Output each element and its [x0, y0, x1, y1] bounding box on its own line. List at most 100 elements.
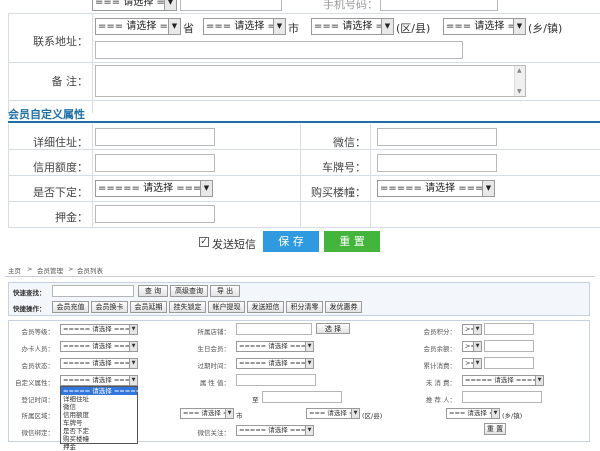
cut-input[interactable] [180, 0, 282, 11]
quick-search-input[interactable] [52, 285, 134, 297]
status-select[interactable]: ===== 请选择 ===== ▼ [60, 358, 138, 369]
chevron-down-icon: ▼ [129, 342, 137, 351]
phone-input[interactable] [380, 0, 498, 11]
filter-reset-button[interactable]: 重 置 [484, 423, 506, 435]
is-downline-label: 是否下定： [33, 186, 88, 199]
wechat-follow-label: 微信关注： [197, 429, 231, 437]
province-select[interactable]: === 请选择 === ▼ [95, 18, 181, 35]
total-consume-input[interactable] [484, 357, 534, 369]
buy-building-select[interactable]: ===== 请选择 ===== ▼ [377, 180, 495, 197]
store-input[interactable] [236, 323, 312, 335]
quick-search-label: 快速查找： [13, 289, 46, 297]
district-select[interactable]: === 请选择 === ▼ [311, 18, 394, 35]
points-input[interactable] [484, 323, 534, 335]
chevron-down-icon: ▼ [473, 342, 481, 351]
district-unit: (区/县) [396, 22, 431, 35]
detail-address-input[interactable] [95, 128, 215, 146]
save-button[interactable]: 保 存 [263, 231, 319, 252]
deposit-label: 押金： [55, 211, 88, 224]
plate-input[interactable] [377, 154, 497, 172]
dropdown-option[interactable]: 详细住址 [61, 395, 137, 403]
expire-select[interactable]: ===== 请选择 ===== ▼ [236, 358, 314, 369]
dropdown-option[interactable]: 车牌号 [61, 419, 137, 427]
deposit-input[interactable] [95, 205, 215, 223]
address-label: 联系地址： [33, 35, 88, 48]
action-extend[interactable]: 会员延期 [130, 301, 167, 313]
chevron-down-icon: ▼ [351, 409, 359, 418]
points-label: 会员积分： [423, 328, 457, 336]
town-select[interactable]: === 请选择 === ▼ [443, 18, 526, 35]
action-lock[interactable]: 挂失锁定 [169, 301, 206, 313]
custom-attr-dropdown[interactable]: ===== 请选择 ===== 详细住址 微信 信用额度 车牌号 是否下定 购买… [60, 386, 141, 451]
birthday-select[interactable]: ===== 请选择 ===== ▼ [236, 341, 314, 352]
chevron-down-icon: ▼ [200, 181, 212, 196]
send-sms-checkbox[interactable]: ✓ [199, 237, 209, 247]
chevron-down-icon: ▼ [305, 342, 313, 351]
action-coupon[interactable]: 发优惠券 [325, 301, 362, 313]
wechat-label: 微信： [333, 136, 366, 149]
no-consume-select[interactable]: ===== 请选择 ===== ▼ [462, 375, 544, 386]
balance-input[interactable] [484, 340, 534, 352]
dropdown-option[interactable]: 押金 [61, 443, 137, 451]
reset-button[interactable]: 重 置 [324, 231, 380, 252]
dropdown-option[interactable]: ===== 请选择 ===== [61, 387, 141, 395]
action-change-card[interactable]: 会员换卡 [91, 301, 128, 313]
action-recharge[interactable]: 会员充值 [52, 301, 89, 313]
is-downline-select[interactable]: ===== 请选择 ===== ▼ [95, 180, 213, 197]
wechat-input[interactable] [377, 128, 497, 146]
scrollbar[interactable]: ▲ ▼ [514, 66, 525, 96]
attr-value-input[interactable] [236, 374, 316, 386]
province-unit: 省 [183, 22, 194, 35]
agent-select[interactable]: ===== 请选择 ===== ▼ [60, 341, 138, 352]
chevron-down-icon: ▼ [305, 359, 313, 368]
expire-label: 过期时间： [197, 362, 231, 370]
credit-label: 信用额度： [33, 161, 88, 174]
store-label: 所属店铺： [197, 328, 231, 336]
scroll-up-icon: ▲ [517, 67, 522, 74]
no-consume-label: 未 消 费： [425, 379, 456, 387]
remark-textarea[interactable]: ▲ ▼ [95, 65, 526, 97]
reg-time-end-input[interactable] [262, 391, 342, 403]
referrer-input[interactable] [462, 391, 542, 403]
quick-action-label: 快捷操作： [13, 305, 46, 313]
cut-select[interactable]: === 请选择 === ▼ [92, 0, 177, 11]
dropdown-option[interactable]: 是否下定 [61, 427, 137, 435]
advanced-query-button[interactable]: 高级查询 [170, 285, 208, 297]
birthday-label: 生日会员： [197, 345, 231, 353]
city-select[interactable]: === 请选择 === ▼ [203, 18, 286, 35]
referrer-label: 推 荐 人： [425, 396, 456, 404]
query-button[interactable]: 查 询 [138, 285, 168, 297]
plate-label: 车牌号： [322, 161, 366, 174]
choose-store-button[interactable]: 选 择 [316, 323, 350, 334]
region-label: 所属区域： [21, 412, 55, 420]
breadcrumb-member-mgmt[interactable]: 会员管理 [37, 265, 63, 275]
scroll-down-icon: ▼ [517, 88, 522, 95]
region-district-select[interactable]: === 请选择 === ▼ [306, 408, 360, 419]
consume-cmp-select[interactable]: >= ▼ [462, 358, 482, 369]
dropdown-option[interactable]: 微信 [61, 403, 137, 411]
address-input[interactable] [95, 41, 463, 59]
city-unit: 市 [288, 22, 299, 35]
dropdown-option[interactable]: 购买楼幢 [61, 435, 137, 443]
status-label: 会员状态： [21, 362, 55, 370]
section-divider [8, 121, 600, 123]
credit-input[interactable] [95, 154, 215, 172]
action-send-sms[interactable]: 发送短信 [247, 301, 284, 313]
action-clear-points[interactable]: 积分清零 [286, 301, 323, 313]
wechat-follow-select[interactable]: ===== 请选择 ===== ▼ [236, 425, 314, 436]
region-town-select[interactable]: === 请选择 === ▼ [446, 408, 500, 419]
wechat-bind-label: 微信绑定： [21, 429, 55, 437]
points-cmp-select[interactable]: >= ▼ [462, 324, 482, 335]
region-city-select[interactable]: === 请选择 === ▼ [180, 408, 234, 419]
chevron-down-icon: ▼ [273, 19, 285, 34]
export-button[interactable]: 导 出 [210, 285, 240, 297]
to-label: 至 [252, 396, 259, 404]
breadcrumb-home[interactable]: 主页 [8, 265, 21, 275]
member-level-select[interactable]: ===== 请选择 ===== ▼ [60, 324, 138, 335]
balance-cmp-select[interactable]: >= ▼ [462, 341, 482, 352]
chevron-down-icon: ▼ [535, 376, 543, 385]
action-withdraw[interactable]: 帐户提现 [208, 301, 245, 313]
breadcrumb: 主页 > 会员管理 > 会员列表 [8, 265, 103, 275]
dropdown-option[interactable]: 信用额度 [61, 411, 137, 419]
custom-attr-select[interactable]: ===== 请选择 ===== ▼ [60, 375, 138, 386]
